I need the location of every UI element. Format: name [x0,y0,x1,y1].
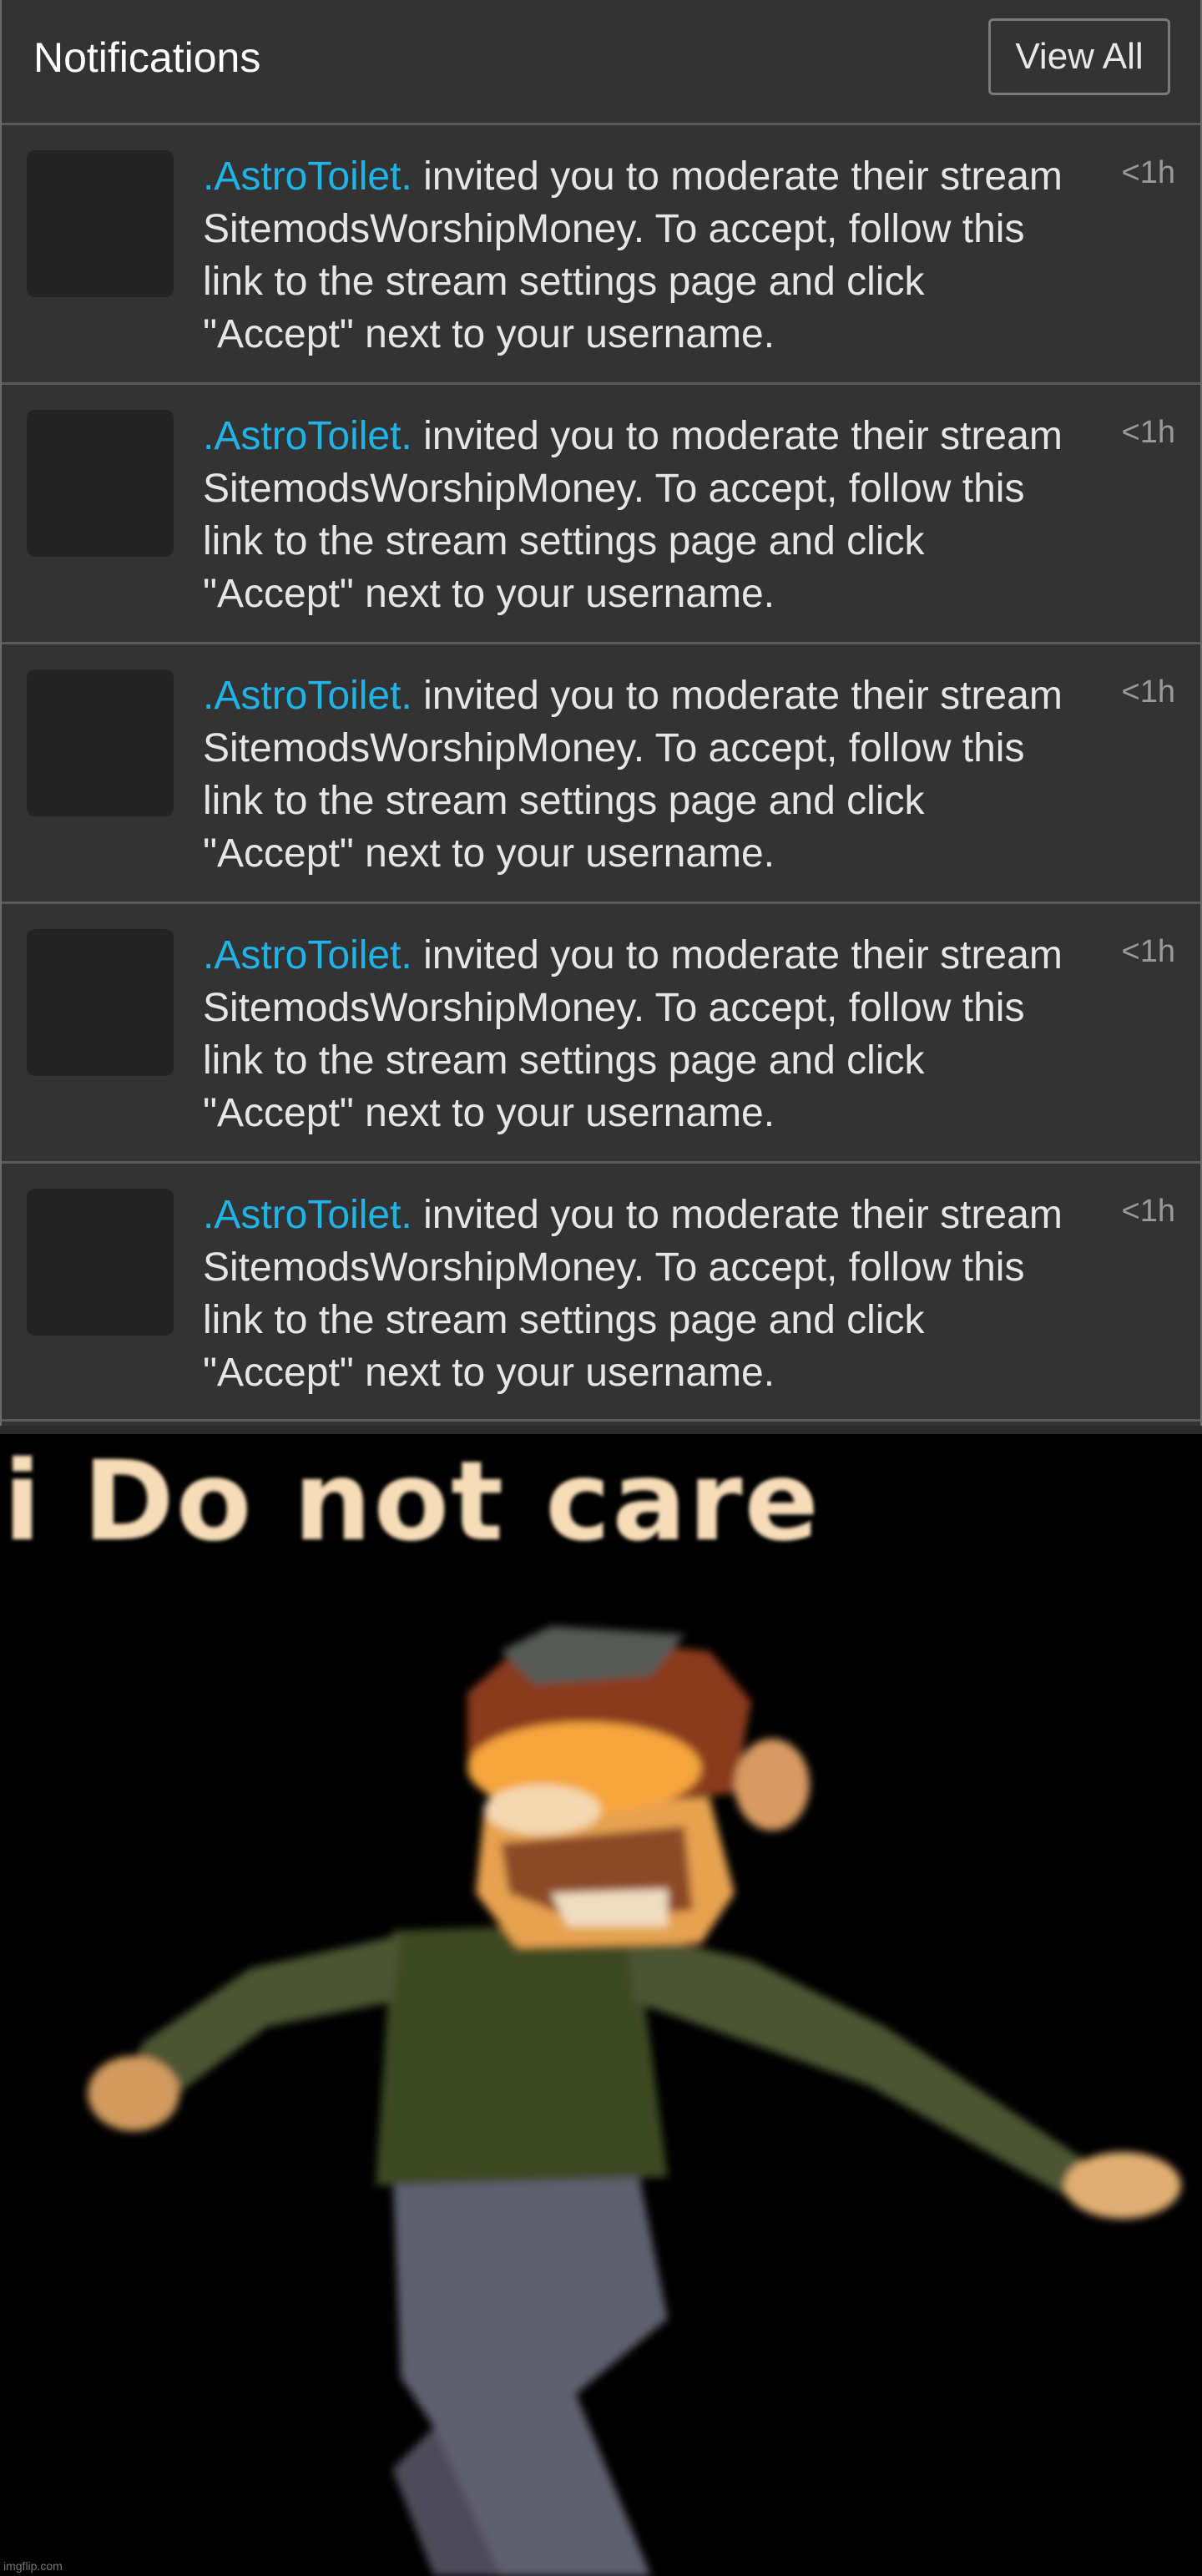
notification-time: <1h [1121,155,1175,190]
notification-item[interactable]: .AstroToilet. invited you to moderate th… [2,904,1200,1164]
notification-item[interactable]: .AstroToilet. invited you to moderate th… [2,385,1200,644]
username-link[interactable]: .AstroToilet. [203,414,412,458]
notification-text: .AstroToilet. invited you to moderate th… [203,669,1071,880]
avatar[interactable] [27,929,174,1076]
notification-item[interactable]: .AstroToilet. invited you to moderate th… [2,644,1200,904]
username-link[interactable]: .AstroToilet. [203,674,412,718]
notification-time: <1h [1121,674,1175,710]
notification-time: <1h [1121,1194,1175,1229]
avatar[interactable] [27,410,174,557]
meme-caption: i Do not care [3,1437,821,1566]
notification-time: <1h [1121,934,1175,969]
panel-title: Notifications [33,34,261,81]
notification-text: .AstroToilet. invited you to moderate th… [203,1189,1071,1399]
notification-text: .AstroToilet. invited you to moderate th… [203,929,1071,1139]
notification-text: .AstroToilet. invited you to moderate th… [203,410,1071,620]
username-link[interactable]: .AstroToilet. [203,1193,412,1237]
view-all-button[interactable]: View All [988,18,1170,95]
imgflip-watermark: imgflip.com [3,2559,63,2573]
avatar[interactable] [27,669,174,816]
notification-list: .AstroToilet. invited you to moderate th… [2,125,1200,1422]
notification-item[interactable]: .AstroToilet. invited you to moderate th… [2,125,1200,385]
notification-text: .AstroToilet. invited you to moderate th… [203,150,1071,361]
avatar[interactable] [27,150,174,297]
dancing-man-illustration [88,1626,1181,2576]
notification-item[interactable]: .AstroToilet. invited you to moderate th… [2,1164,1200,1422]
notifications-header: Notifications View All [2,0,1200,125]
avatar[interactable] [27,1189,174,1336]
username-link[interactable]: .AstroToilet. [203,154,412,199]
meme-image: i Do not care imgflip.com [0,1426,1202,2576]
notifications-panel: Notifications View All .AstroToilet. inv… [0,0,1202,1426]
notification-time: <1h [1121,415,1175,450]
username-link[interactable]: .AstroToilet. [203,933,412,977]
